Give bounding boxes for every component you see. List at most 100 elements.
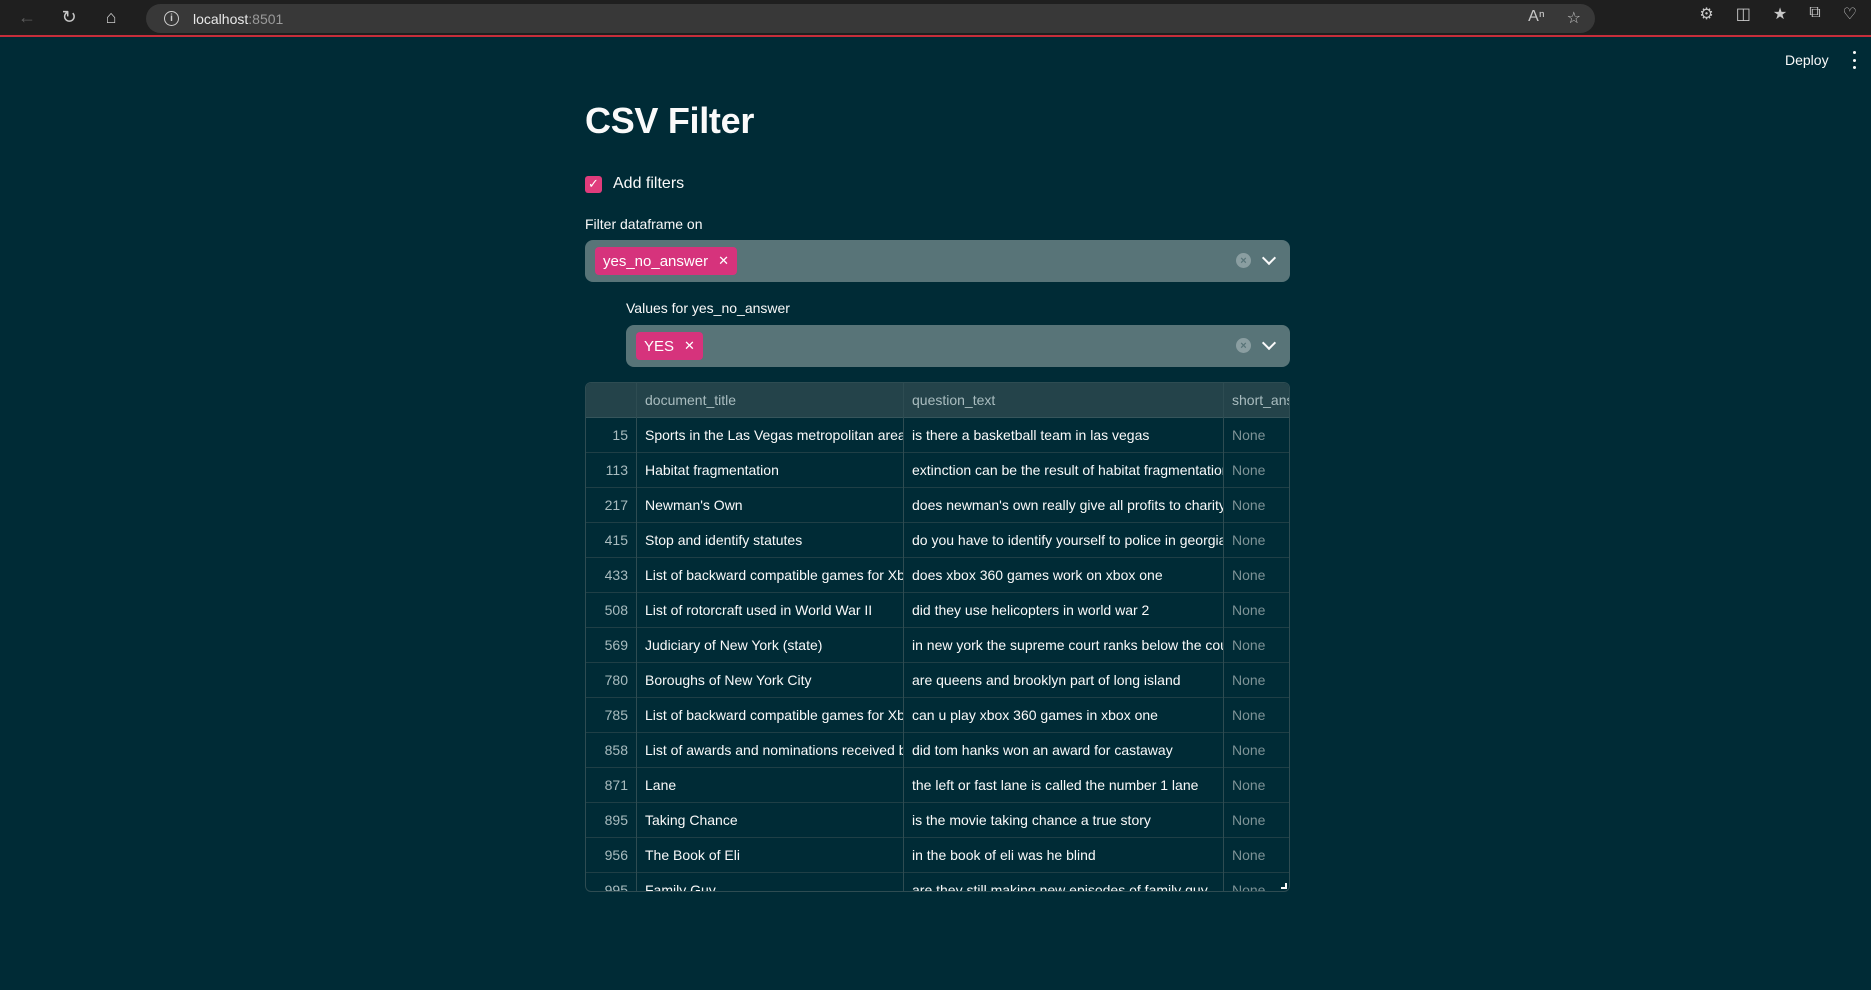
question-text-cell[interactable]: does newman's own really give all profit… [904,488,1224,523]
question-text-cell[interactable]: extinction can be the result of habitat … [904,453,1224,488]
question-text-cell[interactable]: did they use helicopters in world war 2 [904,593,1224,628]
back-icon[interactable]: ← [12,3,42,33]
row-index-cell[interactable]: 785 [586,698,637,733]
row-index-cell[interactable]: 433 [586,558,637,593]
table-row[interactable]: 433 List of backward compatible games for… [586,558,1289,593]
deploy-button[interactable]: Deploy [1785,52,1829,68]
remove-tag-icon[interactable]: ✕ [684,338,695,354]
document-title-cell[interactable]: Sports in the Las Vegas metropolitan are… [637,418,904,453]
table-row[interactable]: 871 Lane the left or fast lane is called t… [586,768,1289,803]
remove-tag-icon[interactable]: ✕ [718,253,729,269]
site-info-icon[interactable]: i [164,11,179,26]
document-title-cell[interactable]: Family Guy [637,873,904,891]
short-answer-cell[interactable]: None [1224,628,1289,663]
short-answer-cell[interactable]: None [1224,593,1289,628]
question-text-cell[interactable]: in new york the supreme court ranks belo… [904,628,1224,663]
question-text-cell[interactable]: can u play xbox 360 games in xbox one [904,698,1224,733]
short-answer-cell[interactable]: None [1224,418,1289,453]
question-text-cell[interactable]: are queens and brooklyn part of long isl… [904,663,1224,698]
short-answer-cell[interactable]: None [1224,558,1289,593]
short-answer-cell[interactable]: None [1224,453,1289,488]
filter-columns-multiselect[interactable]: yes_no_answer ✕ × [585,240,1290,282]
question-text-cell[interactable]: do you have to identify yourself to poli… [904,523,1224,558]
short-answer-cell[interactable]: None [1224,663,1289,698]
table-row[interactable]: 217 Newman's Own does newman's own really … [586,488,1289,523]
question-text-cell[interactable]: is there a basketball team in las vegas [904,418,1224,453]
collections-icon[interactable]: ⧉ [1809,4,1820,24]
short-answer-cell[interactable]: None [1224,523,1289,558]
question-text-cell[interactable]: did tom hanks won an award for castaway [904,733,1224,768]
short-answer-cell[interactable]: None [1224,768,1289,803]
document-title-cell[interactable]: Lane [637,768,904,803]
row-index-cell[interactable]: 217 [586,488,637,523]
address-bar[interactable]: i localhost:8501 Aⁿ ☆ [146,4,1595,33]
clear-all-icon[interactable]: × [1236,338,1251,353]
favorites-icon[interactable]: ★ [1773,4,1787,24]
short-answer-cell[interactable]: None [1224,698,1289,733]
extensions-icon[interactable]: ⚙ [1699,4,1713,24]
add-filters-checkbox[interactable]: ✓ Add filters [585,175,684,193]
read-aloud-icon[interactable]: Aⁿ [1528,8,1545,28]
document-title-cell[interactable]: Newman's Own [637,488,904,523]
question-text-cell[interactable]: are they still making new episodes of fa… [904,873,1224,891]
short-answer-cell[interactable]: None [1224,803,1289,838]
question-text-cell[interactable]: in the book of eli was he blind [904,838,1224,873]
table-row[interactable]: 569 Judiciary of New York (state) in new y… [586,628,1289,663]
document-title-cell[interactable]: Stop and identify statutes [637,523,904,558]
short-answer-cell[interactable]: None [1224,488,1289,523]
row-index-cell[interactable]: 15 [586,418,637,453]
document-title-cell[interactable]: List of backward compatible games for Xb… [637,558,904,593]
row-index-cell[interactable]: 508 [586,593,637,628]
page-title: CSV Filter [585,100,755,141]
refresh-icon[interactable]: ↻ [54,3,84,33]
short-answer-cell[interactable]: None [1224,733,1289,768]
favorite-star-icon[interactable]: ☆ [1567,8,1581,28]
column-header-short-answer[interactable]: short_ans [1224,383,1289,418]
row-index-cell[interactable]: 415 [586,523,637,558]
table-row[interactable]: 895 Taking Chance is the movie taking chan… [586,803,1289,838]
main-menu-icon[interactable] [1849,51,1859,69]
row-index-cell[interactable]: 895 [586,803,637,838]
document-title-cell[interactable]: Taking Chance [637,803,904,838]
table-row[interactable]: 858 List of awards and nominations receiv… [586,733,1289,768]
column-header-question-text[interactable]: question_text [904,383,1224,418]
column-header-document-title[interactable]: document_title [637,383,904,418]
values-multiselect[interactable]: YES ✕ × [626,325,1290,367]
row-index-cell[interactable]: 569 [586,628,637,663]
table-row[interactable]: 415 Stop and identify statutes do you have… [586,523,1289,558]
document-title-cell[interactable]: The Book of Eli [637,838,904,873]
table-row[interactable]: 785 List of backward compatible games for… [586,698,1289,733]
document-title-cell[interactable]: List of backward compatible games for Xb… [637,698,904,733]
table-row[interactable]: 15 Sports in the Las Vegas metropolitan a… [586,418,1289,453]
document-title-cell[interactable]: Habitat fragmentation [637,453,904,488]
column-header-index[interactable] [586,383,637,418]
chevron-down-icon[interactable] [1261,250,1277,266]
document-title-cell[interactable]: Boroughs of New York City [637,663,904,698]
resize-handle-icon[interactable] [1281,883,1287,889]
table-row[interactable]: 956 The Book of Eli in the book of eli was… [586,838,1289,873]
split-screen-icon[interactable]: ◫ [1736,4,1751,24]
home-icon[interactable]: ⌂ [96,3,126,33]
table-row[interactable]: 508 List of rotorcraft used in World War … [586,593,1289,628]
document-title-cell[interactable]: List of rotorcraft used in World War II [637,593,904,628]
table-row[interactable]: 780 Boroughs of New York City are queens a… [586,663,1289,698]
row-index-cell[interactable]: 780 [586,663,637,698]
document-title-cell[interactable]: List of awards and nominations received … [637,733,904,768]
clear-all-icon[interactable]: × [1236,253,1251,268]
row-index-cell[interactable]: 956 [586,838,637,873]
document-title-cell[interactable]: Judiciary of New York (state) [637,628,904,663]
short-answer-cell[interactable]: None [1224,838,1289,873]
question-text-cell[interactable]: is the movie taking chance a true story [904,803,1224,838]
row-index-cell[interactable]: 995 [586,873,637,891]
row-index-cell[interactable]: 858 [586,733,637,768]
table-row[interactable]: 113 Habitat fragmentation extinction can b… [586,453,1289,488]
performance-icon[interactable]: ♡ [1843,4,1857,24]
question-text-cell[interactable]: does xbox 360 games work on xbox one [904,558,1224,593]
row-index-cell[interactable]: 113 [586,453,637,488]
question-text-cell[interactable]: the left or fast lane is called the numb… [904,768,1224,803]
table-row[interactable]: 995 Family Guy are they still making new e… [586,873,1289,891]
row-index-cell[interactable]: 871 [586,768,637,803]
dataframe-table[interactable]: document_title question_text short_ans 1… [585,382,1290,892]
checkbox-checked-icon[interactable]: ✓ [585,175,602,193]
chevron-down-icon[interactable] [1261,335,1277,351]
